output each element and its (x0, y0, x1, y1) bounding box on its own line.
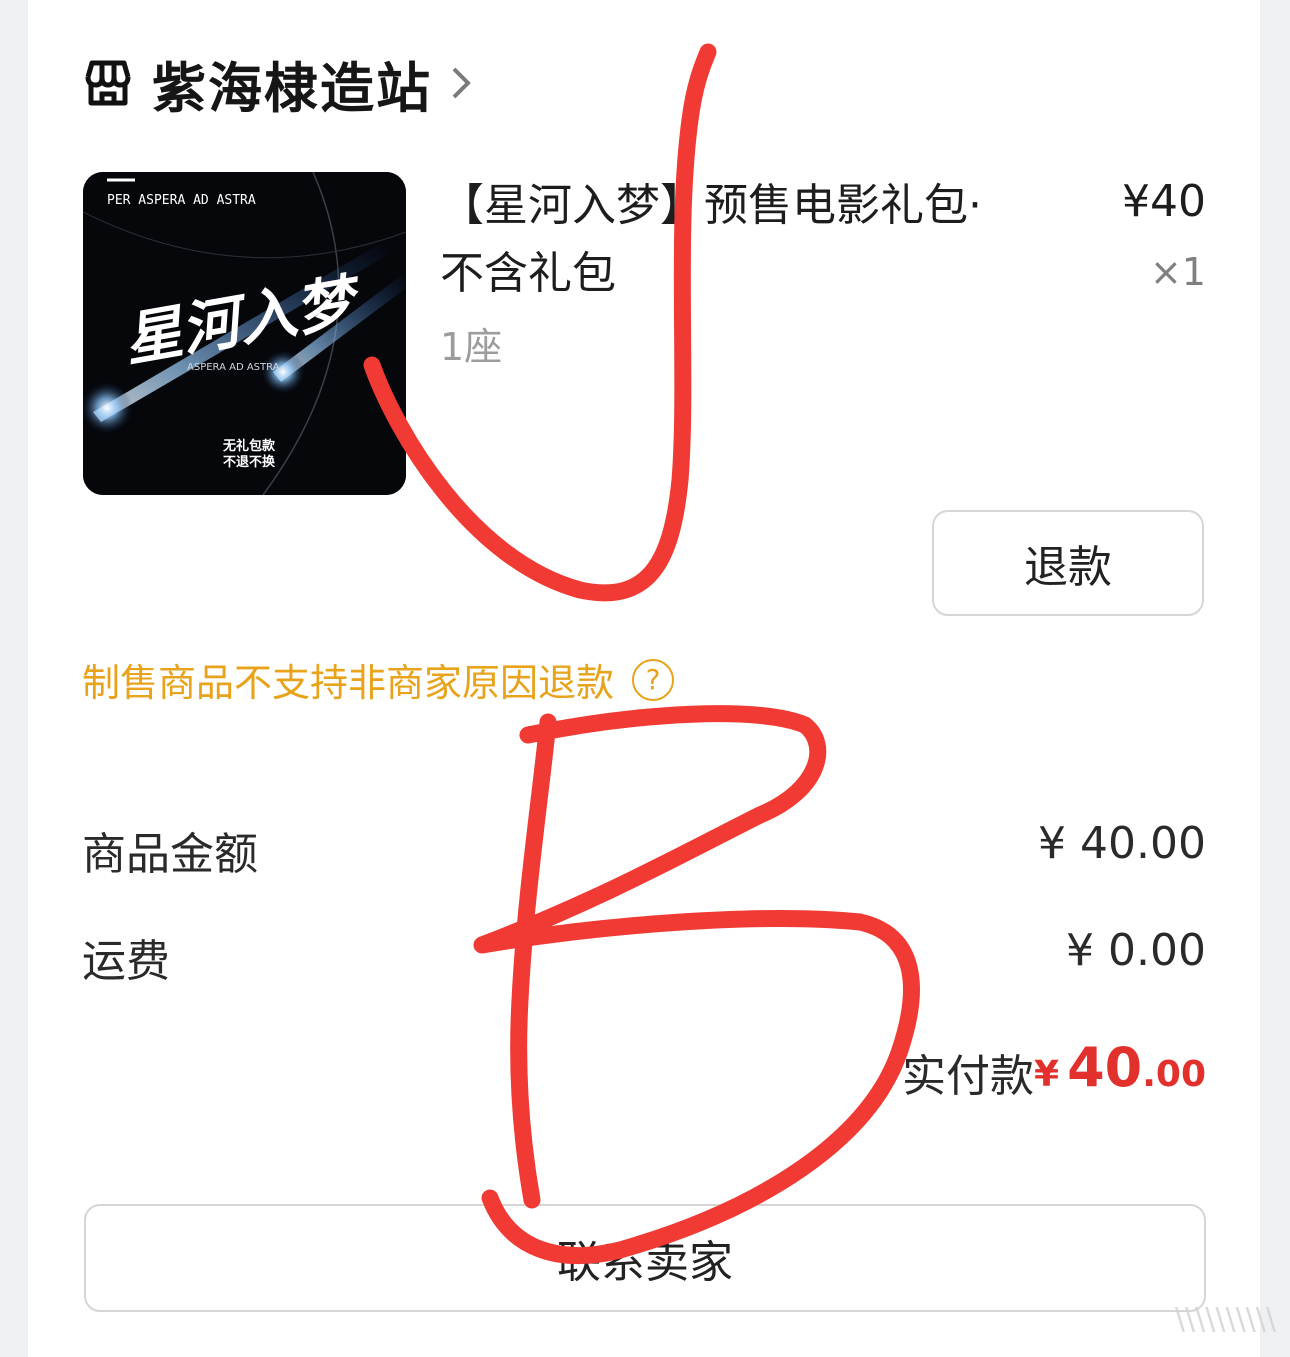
goods-amount-value: ¥ 40.00 (1038, 818, 1206, 869)
product-spec: 1座 (440, 325, 503, 369)
store-icon (85, 60, 131, 106)
product-poster-image: PER ASPERA AD ASTRA 星河入梦 ASPERA AD ASTRA… (83, 172, 406, 495)
refund-policy-notice: 制售商品不支持非商家原因退款 ? (82, 652, 675, 707)
poster-top-text: PER ASPERA AD ASTRA (107, 193, 256, 208)
shop-header[interactable]: 紫海棣造站 (82, 48, 472, 120)
product-price: ¥40 (1122, 176, 1206, 227)
watermark: \\\\\\\\\\ (1174, 1302, 1276, 1337)
product-thumbnail[interactable]: PER ASPERA AD ASTRA 星河入梦 ASPERA AD ASTRA… (83, 172, 406, 495)
paid-label: 实付款 (902, 1051, 1034, 1102)
refund-button[interactable]: 退款 (932, 510, 1204, 616)
product-quantity: ×1 (1149, 250, 1206, 294)
paid-currency: ¥ (1034, 1054, 1060, 1095)
shop-name[interactable]: 紫海棣造站 (152, 44, 432, 123)
goods-amount-label: 商品金额 (82, 829, 258, 880)
poster-badge-line-1: 无礼包款 (222, 438, 276, 454)
paid-decimal: .00 (1142, 1054, 1206, 1095)
paid-integer: 40 (1067, 1036, 1143, 1099)
shipping-label: 运费 (82, 936, 170, 987)
refund-policy-text: 制售商品不支持非商家原因退款 (82, 661, 615, 705)
poster-badge-line-2: 不退不换 (223, 454, 276, 470)
help-icon[interactable]: ? (632, 658, 675, 701)
chevron-right-icon (452, 67, 471, 99)
contact-seller-button[interactable]: 联系卖家 (84, 1204, 1206, 1312)
product-title[interactable]: 【星河入梦】预售电影礼包·不含礼包 (440, 172, 1020, 308)
shipping-value: ¥ 0.00 (1066, 925, 1206, 976)
paid-amount: ¥40.00 (1034, 1036, 1206, 1099)
poster-sub-text: ASPERA AD ASTRA (187, 362, 280, 373)
